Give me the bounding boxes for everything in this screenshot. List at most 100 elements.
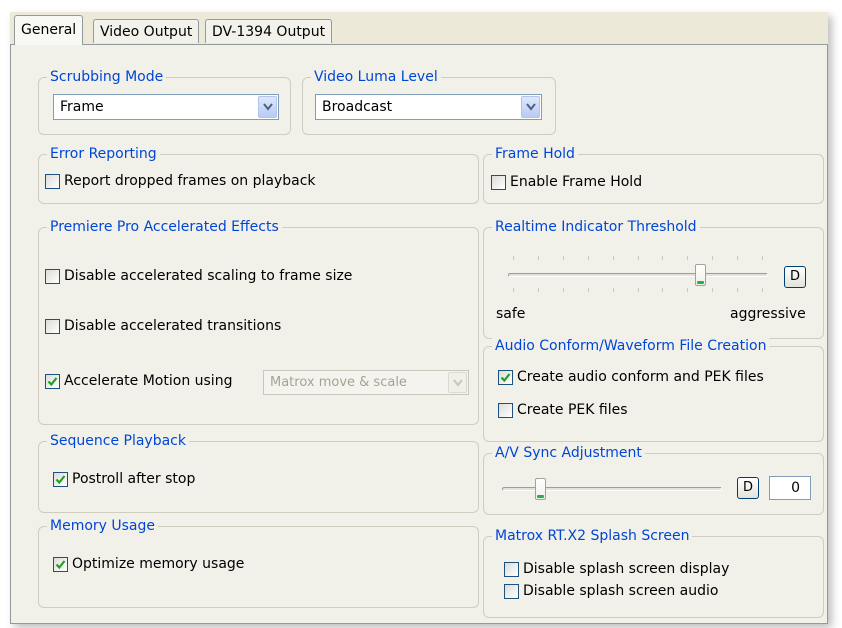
create-pek-files-checkbox[interactable]: Create PEK files: [498, 402, 628, 418]
checkbox-box[interactable]: [491, 174, 506, 190]
accelerate-motion-label: Accelerate Motion using: [64, 373, 233, 389]
checkbox-box[interactable]: [45, 268, 60, 284]
disable-accelerated-scaling-label: Disable accelerated scaling to frame siz…: [64, 268, 353, 284]
slider-tick: [737, 288, 738, 292]
frame-hold-title: Frame Hold: [492, 145, 578, 163]
checkmark-icon: [47, 376, 58, 386]
checkbox-box[interactable]: [504, 583, 519, 599]
slider-tick: [662, 256, 663, 260]
scrubbing-mode-group: Scrubbing Mode Frame: [38, 68, 291, 135]
slider-max-label: aggressive: [730, 306, 806, 322]
splash-screen-title: Matrox RT.X2 Splash Screen: [492, 527, 693, 545]
dialog-frame: General Video Output DV-1394 Output Scru…: [10, 12, 828, 624]
scrubbing-mode-title: Scrubbing Mode: [47, 68, 167, 86]
slider-tick: [712, 256, 713, 260]
optimize-memory-usage-label: Optimize memory usage: [72, 556, 245, 572]
slider-tick: [762, 256, 763, 260]
frame-hold-group: Frame Hold Enable Frame Hold: [483, 145, 824, 204]
av-sync-default-button[interactable]: D: [737, 477, 759, 499]
slider-tick: [762, 288, 763, 292]
realtime-threshold-slider[interactable]: [508, 254, 768, 294]
disable-splash-display-label: Disable splash screen display: [523, 561, 730, 577]
disable-accelerated-transitions-checkbox[interactable]: Disable accelerated transitions: [45, 318, 281, 334]
enable-frame-hold-checkbox[interactable]: Enable Frame Hold: [491, 174, 642, 190]
chevron-down-icon[interactable]: [448, 372, 467, 393]
slider-tick: [712, 288, 713, 292]
slider-tick: [588, 288, 589, 292]
slider-min-label: safe: [496, 306, 526, 322]
slider-tick: [588, 256, 589, 260]
tab-video-output[interactable]: Video Output: [93, 19, 200, 43]
create-conform-pek-label: Create audio conform and PEK files: [517, 369, 764, 385]
slider-tick: [662, 288, 663, 292]
disable-splash-audio-checkbox[interactable]: Disable splash screen audio: [504, 583, 718, 599]
video-luma-level-select[interactable]: Broadcast: [315, 94, 542, 120]
disable-accelerated-scaling-checkbox[interactable]: Disable accelerated scaling to frame siz…: [45, 268, 352, 284]
enable-frame-hold-label: Enable Frame Hold: [510, 174, 643, 190]
slider-tick: [737, 256, 738, 260]
checkbox-box[interactable]: [45, 318, 60, 334]
chevron-down-icon[interactable]: [521, 96, 540, 118]
slider-tick: [563, 256, 564, 260]
checkbox-box[interactable]: [53, 556, 68, 572]
av-sync-value-field[interactable]: 0: [769, 476, 811, 500]
slider-tick: [638, 256, 639, 260]
error-reporting-group: Error Reporting Report dropped frames on…: [38, 145, 479, 204]
optimize-memory-usage-checkbox[interactable]: Optimize memory usage: [53, 556, 244, 572]
checkmark-icon: [55, 559, 66, 569]
video-luma-level-title: Video Luma Level: [311, 68, 441, 86]
error-reporting-title: Error Reporting: [47, 145, 160, 163]
checkbox-box[interactable]: [53, 471, 68, 487]
video-luma-level-group: Video Luma Level Broadcast: [302, 68, 556, 135]
sequence-playback-title: Sequence Playback: [47, 432, 189, 450]
slider-tick: [513, 288, 514, 292]
scrubbing-mode-value: Frame: [60, 99, 104, 115]
video-luma-level-value: Broadcast: [322, 99, 393, 115]
motion-method-value: Matrox move & scale: [270, 375, 407, 390]
slider-thumb[interactable]: [695, 264, 706, 286]
slider-thumb[interactable]: [535, 478, 546, 500]
accelerated-effects-group: Premiere Pro Accelerated Effects Disable…: [38, 218, 479, 425]
general-tab-panel: Scrubbing Mode Frame Video Luma Level Br…: [10, 44, 828, 624]
splash-screen-group: Matrox RT.X2 Splash Screen Disable splas…: [483, 527, 824, 618]
av-sync-slider[interactable]: [502, 474, 722, 504]
slider-track: [508, 273, 768, 277]
realtime-threshold-title: Realtime Indicator Threshold: [492, 218, 700, 236]
checkmark-icon: [55, 474, 66, 484]
av-sync-group: A/V Sync Adjustment D 0: [483, 444, 824, 515]
accelerate-motion-checkbox[interactable]: Accelerate Motion using: [45, 373, 232, 389]
slider-tick: [563, 288, 564, 292]
report-dropped-frames-label: Report dropped frames on playback: [64, 173, 316, 189]
checkbox-box[interactable]: [45, 173, 60, 189]
slider-tick: [538, 288, 539, 292]
report-dropped-frames-checkbox[interactable]: Report dropped frames on playback: [45, 173, 316, 189]
checkbox-box[interactable]: [45, 373, 60, 389]
motion-method-select[interactable]: Matrox move & scale: [263, 370, 469, 395]
realtime-threshold-group: Realtime Indicator Threshold D safe aggr…: [483, 218, 824, 339]
audio-conform-group: Audio Conform/Waveform File Creation Cre…: [483, 337, 824, 442]
slider-tick: [687, 256, 688, 260]
scrubbing-mode-select[interactable]: Frame: [53, 94, 279, 120]
tab-general[interactable]: General: [14, 15, 84, 45]
checkbox-box[interactable]: [504, 561, 519, 577]
chevron-down-icon[interactable]: [258, 96, 277, 118]
checkbox-box[interactable]: [498, 369, 513, 385]
realtime-threshold-default-button[interactable]: D: [784, 266, 806, 288]
tab-dv-1394-output[interactable]: DV-1394 Output: [205, 19, 333, 43]
accelerated-effects-title: Premiere Pro Accelerated Effects: [47, 218, 282, 236]
slider-tick: [687, 288, 688, 292]
slider-tick: [613, 256, 614, 260]
disable-accelerated-transitions-label: Disable accelerated transitions: [64, 318, 282, 334]
postroll-after-stop-label: Postroll after stop: [72, 471, 196, 487]
memory-usage-group: Memory Usage Optimize memory usage: [38, 517, 479, 608]
disable-splash-display-checkbox[interactable]: Disable splash screen display: [504, 561, 729, 577]
sequence-playback-group: Sequence Playback Postroll after stop: [38, 432, 479, 513]
postroll-after-stop-checkbox[interactable]: Postroll after stop: [53, 471, 195, 487]
create-conform-pek-checkbox[interactable]: Create audio conform and PEK files: [498, 369, 764, 385]
checkmark-icon: [500, 372, 511, 382]
slider-tick: [538, 256, 539, 260]
slider-tick: [613, 288, 614, 292]
checkbox-box[interactable]: [498, 402, 513, 418]
av-sync-title: A/V Sync Adjustment: [492, 444, 645, 462]
slider-tick: [638, 288, 639, 292]
